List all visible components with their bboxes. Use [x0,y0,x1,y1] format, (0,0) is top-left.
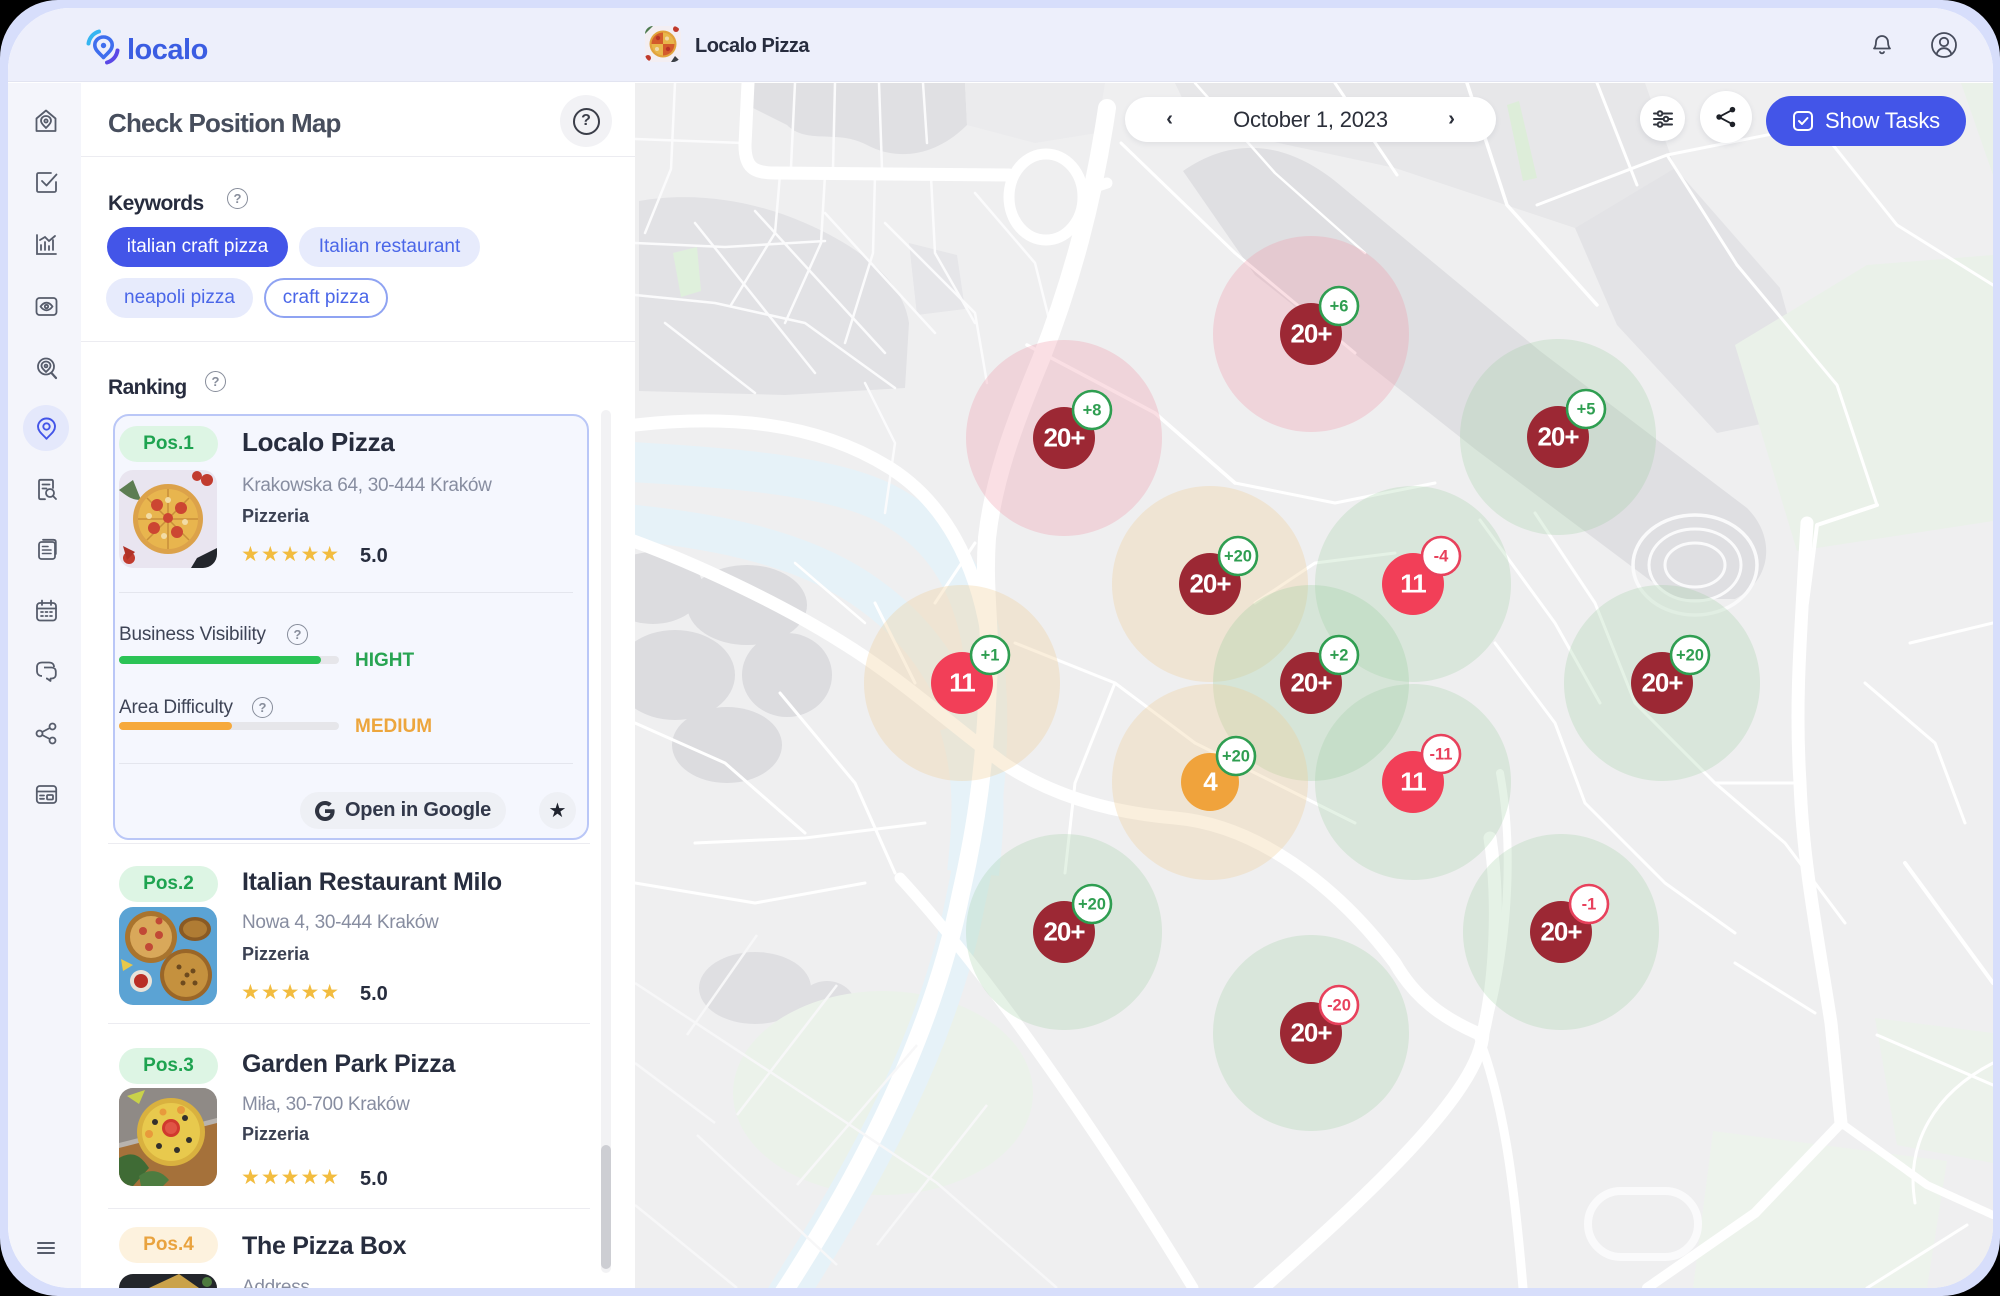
svg-text:-20: -20 [1327,997,1351,1015]
svg-text:-1: -1 [1582,896,1597,914]
svg-text:11: 11 [1400,767,1426,797]
svg-text:+8: +8 [1083,402,1102,420]
svg-text:+2: +2 [1330,647,1349,665]
svg-text:+1: +1 [981,647,1000,665]
svg-text:20+: 20+ [1043,917,1085,947]
svg-text:+6: +6 [1330,298,1349,316]
svg-text:4: 4 [1203,767,1218,797]
svg-text:+5: +5 [1577,401,1596,419]
svg-text:20+: 20+ [1290,319,1332,349]
svg-text:20+: 20+ [1043,423,1085,453]
svg-text:20+: 20+ [1537,422,1579,452]
svg-text:+20: +20 [1676,647,1704,665]
svg-text:20+: 20+ [1641,668,1683,698]
svg-text:-4: -4 [1434,548,1449,566]
svg-text:-11: -11 [1430,746,1453,764]
svg-text:+20: +20 [1222,748,1250,766]
svg-text:11: 11 [1400,569,1426,599]
svg-text:20+: 20+ [1540,917,1582,947]
svg-text:20+: 20+ [1290,668,1332,698]
svg-text:20+: 20+ [1290,1018,1332,1048]
svg-text:11: 11 [949,668,975,698]
svg-text:+20: +20 [1224,548,1252,566]
svg-text:20+: 20+ [1189,569,1231,599]
svg-text:+20: +20 [1078,896,1106,914]
